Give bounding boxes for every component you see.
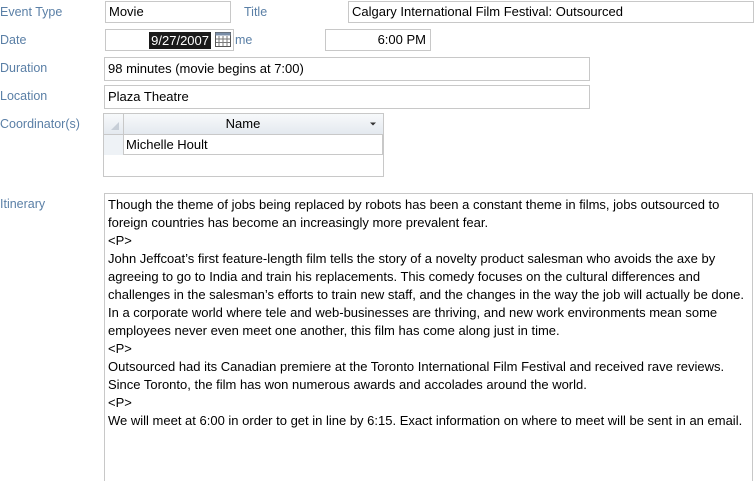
duration-field[interactable]: 98 minutes (movie begins at 7:00) (104, 57, 590, 81)
dropdown-arrow-icon[interactable] (369, 120, 377, 128)
location-label: Location (0, 89, 48, 103)
duration-label: Duration (0, 61, 48, 75)
itinerary-paragraph-tag: <P> (108, 233, 132, 248)
title-label: Title (244, 5, 268, 19)
date-value-selected: 9/27/2007 (149, 32, 211, 49)
itinerary-memo-field[interactable]: Though the theme of jobs being replaced … (104, 193, 753, 481)
coordinators-subdatasheet[interactable]: Name Michelle Hoult (103, 113, 384, 177)
date-field[interactable]: 9/27/2007 (105, 29, 234, 51)
table-row[interactable]: Michelle Hoult (104, 135, 383, 155)
itinerary-paragraph: Though the theme of jobs being replaced … (108, 197, 720, 230)
calendar-icon[interactable] (215, 32, 231, 47)
title-field[interactable]: Calgary International Film Festival: Out… (348, 1, 754, 23)
time-field[interactable]: 6:00 PM (325, 29, 431, 51)
itinerary-paragraph: We will meet at 6:00 in order to get in … (108, 413, 743, 428)
itinerary-paragraph-tag: <P> (108, 341, 132, 356)
itinerary-paragraph-tag: <P> (108, 395, 132, 410)
coordinator-name-cell[interactable]: Michelle Hoult (124, 135, 383, 155)
itinerary-paragraph: Outsourced had its Canadian premiere at … (108, 359, 725, 392)
select-all-corner-icon (111, 122, 119, 130)
time-label: me (235, 33, 253, 47)
itinerary-paragraph: John Jeffcoat’s first feature-length fil… (108, 251, 744, 338)
select-all-rows-button[interactable] (104, 114, 124, 134)
column-header-name[interactable]: Name (124, 114, 362, 134)
event-type-field[interactable]: Movie (105, 1, 231, 23)
coordinators-label: Coordinator(s) (0, 117, 80, 131)
location-field[interactable]: Plaza Theatre (104, 85, 590, 109)
itinerary-label: Itinerary (0, 197, 46, 211)
event-type-label: Event Type (0, 5, 63, 19)
row-selector[interactable] (104, 135, 124, 155)
coordinators-grid-header: Name (104, 114, 383, 135)
date-label: Date (0, 33, 27, 47)
